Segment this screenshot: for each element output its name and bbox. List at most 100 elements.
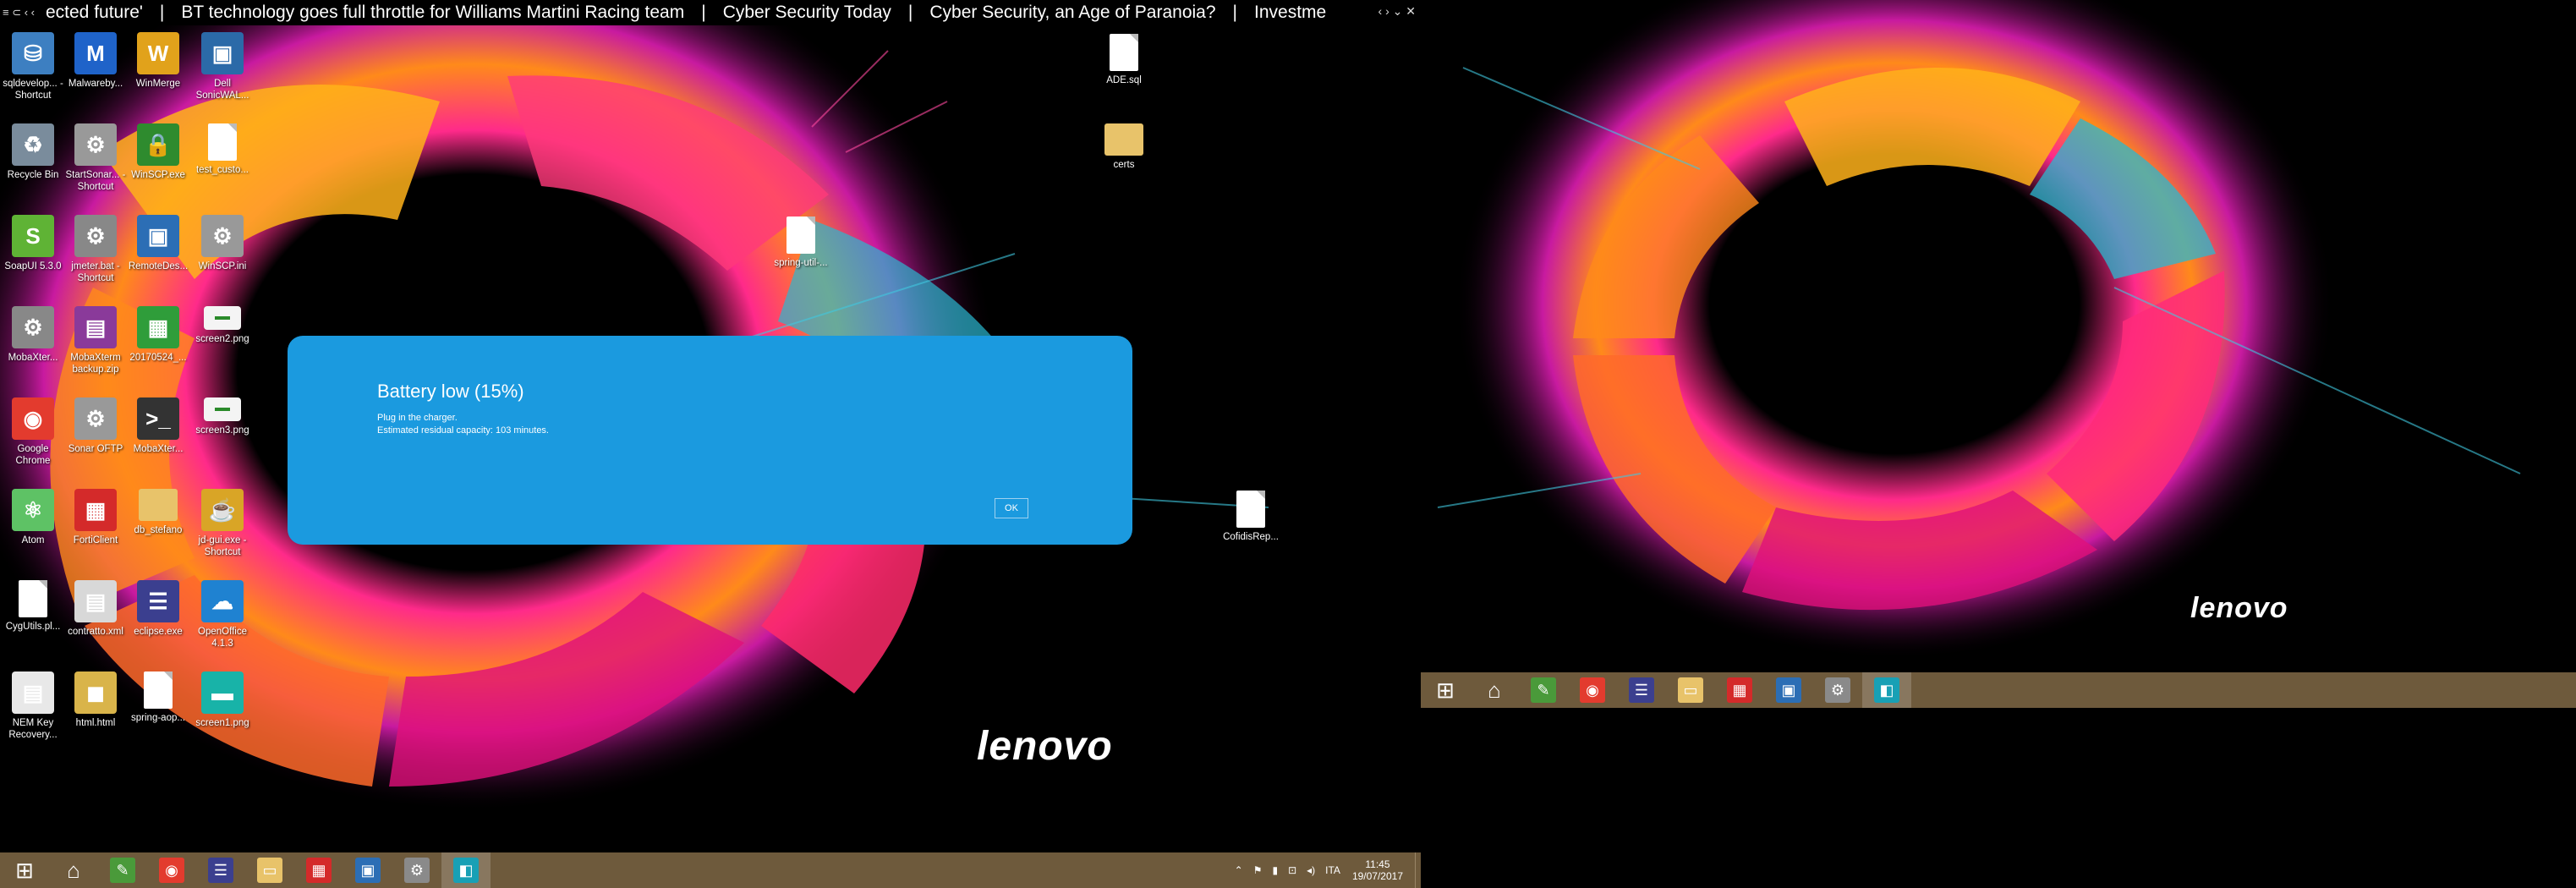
ticker-item[interactable]: Cyber Security, an Age of Paranoia? (921, 3, 1224, 23)
desktop-icon[interactable]: ◼ html.html (63, 671, 129, 729)
taskbar-button-remote-desktop[interactable]: ▣ (1764, 672, 1813, 708)
desktop-icon[interactable]: ▣ Dell SonicWAL... (189, 32, 255, 101)
forticlient-icon: ▦ (74, 489, 117, 531)
battery-icon[interactable]: ▮ (1272, 864, 1278, 876)
ok-button[interactable]: OK (995, 498, 1028, 518)
forticlient-icon: ▦ (1727, 677, 1752, 703)
desktop-icon[interactable]: ☰ eclipse.exe (125, 580, 191, 638)
battery-low-dialog: Battery low (15%) Plug in the charger. E… (288, 336, 1132, 545)
remote-desktop-icon: ▣ (137, 215, 179, 257)
taskbar-button-file-explorer[interactable]: ▭ (245, 852, 294, 888)
desktop-icon[interactable]: ⚙ Sonar OFTP (63, 397, 129, 455)
ticker-controls-right[interactable]: ‹ › ⌄ ✕ (1373, 4, 1416, 19)
desktop-icon[interactable]: ▤ contratto.xml (63, 580, 129, 638)
taskbar-button-eclipse[interactable]: ☰ (196, 852, 245, 888)
left-monitor-desktop: ≡ ⊂ ‹ ‹ ected future' | BT technology go… (0, 0, 1421, 888)
desktop-icon[interactable]: ⚙ WinSCP.ini (189, 215, 255, 272)
desktop-icon-label: ADE.sql (1106, 75, 1142, 85)
chrome-icon: ◉ (159, 858, 184, 883)
taskbar-button-notepad[interactable]: ✎ (1519, 672, 1568, 708)
desktop-icon-label: test_custo... (195, 165, 249, 175)
taskbar-button-store-app[interactable]: ◧ (441, 852, 491, 888)
system-tray: ⌃ ⚑ ▮ ⊡ ◂) ITA 11:45 19/07/2017 (1230, 852, 1421, 888)
desktop-icon[interactable]: spring-aop... (125, 671, 191, 724)
xml-file-icon: ▤ (74, 580, 117, 622)
forticlient-icon: ▦ (306, 858, 332, 883)
ticker-item[interactable]: ected future' (37, 3, 151, 23)
desktop-icon[interactable]: ⚛ Atom (0, 489, 66, 546)
input-language[interactable]: ITA (1325, 864, 1340, 876)
desktop-icon[interactable]: ▬ screen1.png (189, 671, 255, 729)
taskbar-button-file-explorer[interactable]: ▭ (1666, 672, 1715, 708)
desktop-icon-label: FortiClient (73, 535, 118, 545)
desktop-icon[interactable]: ⚙ jmeter.bat - Shortcut (63, 215, 129, 284)
desktop-icon[interactable]: ▦ FortiClient (63, 489, 129, 546)
taskbar-button-chrome[interactable]: ◉ (1568, 672, 1617, 708)
ticker-controls-left[interactable]: ≡ ⊂ ‹ ‹ (3, 6, 35, 19)
desktop-icon[interactable]: ▣ RemoteDes... (125, 215, 191, 272)
mobaxterm-gear-icon: ⚙ (12, 306, 54, 348)
desktop-icon-label: contratto.xml (68, 627, 123, 637)
news-ticker-bar[interactable]: ≡ ⊂ ‹ ‹ ected future' | BT technology go… (0, 0, 1421, 25)
show-desktop-button[interactable] (1415, 852, 1421, 888)
ticker-item[interactable]: Cyber Security Today (715, 3, 900, 23)
desktop-icon-label: db_stefano (134, 525, 183, 535)
taskbar-button-home[interactable]: ⌂ (1470, 672, 1519, 708)
taskbar-button-eclipse[interactable]: ☰ (1617, 672, 1666, 708)
desktop-icon-label: CofidisRep... (1223, 532, 1279, 542)
desktop-icon[interactable]: M Malwareby... (63, 32, 129, 90)
desktop-icon[interactable]: S SoapUI 5.3.0 (0, 215, 66, 272)
start-icon: ⊞ (15, 857, 34, 883)
desktop-icon[interactable]: 🔒 WinSCP.exe (125, 123, 191, 181)
desktop-icon-label: WinSCP.exe (131, 170, 185, 180)
settings-tool-icon: ⚙ (1825, 677, 1850, 703)
taskbar-button-forticlient[interactable]: ▦ (294, 852, 343, 888)
desktop-icon[interactable]: >_ MobaXter... (125, 397, 191, 455)
desktop-icon-ade-sql[interactable]: ADE.sql (1091, 34, 1157, 86)
desktop-icon[interactable]: ⚙ MobaXter... (0, 306, 66, 364)
desktop-icon[interactable]: ☕ jd-gui.exe - Shortcut (189, 489, 255, 558)
desktop-icon[interactable]: CygUtils.pl... (0, 580, 66, 633)
taskbar-button-remote-desktop[interactable]: ▣ (343, 852, 392, 888)
desktop-icon[interactable]: ◉ Google Chrome (0, 397, 66, 467)
desktop-icon[interactable]: ▤ NEM Key Recovery... (0, 671, 66, 741)
desktop-icon-certs[interactable]: certs (1091, 123, 1157, 171)
action-center-flag-icon[interactable]: ⚑ (1253, 864, 1263, 876)
taskbar-button-start[interactable]: ⊞ (0, 852, 49, 888)
taskbar-button-store-app[interactable]: ◧ (1862, 672, 1911, 708)
desktop-icon[interactable]: W WinMerge (125, 32, 191, 90)
desktop-icon-label: NEM Key Recovery... (8, 718, 58, 740)
desktop-icon[interactable]: test_custo... (189, 123, 255, 176)
clock[interactable]: 11:45 19/07/2017 (1352, 858, 1403, 882)
desktop-icon[interactable]: ▤ MobaXterm backup.zip (63, 306, 129, 375)
desktop-icon-label: eclipse.exe (134, 627, 183, 637)
malwarebytes-icon: M (74, 32, 117, 74)
taskbar-button-settings-tool[interactable]: ⚙ (1813, 672, 1862, 708)
taskbar-button-start[interactable]: ⊞ (1421, 672, 1470, 708)
volume-icon[interactable]: ◂) (1307, 864, 1315, 876)
desktop-icon[interactable]: ☁ OpenOffice 4.1.3 (189, 580, 255, 650)
taskbar-button-forticlient[interactable]: ▦ (1715, 672, 1764, 708)
desktop-icon-label: MobaXter... (8, 353, 58, 363)
eclipse-icon: ☰ (1629, 677, 1654, 703)
taskbar-button-settings-tool[interactable]: ⚙ (392, 852, 441, 888)
show-hidden-icons-chevron-icon[interactable]: ⌃ (1235, 864, 1243, 876)
ticker-item[interactable]: BT technology goes full throttle for Wil… (173, 3, 693, 23)
desktop-icon-spring-util[interactable]: spring-util-... (768, 217, 834, 269)
desktop-icon[interactable]: screen3.png (189, 397, 255, 436)
taskbar-button-notepad[interactable]: ✎ (98, 852, 147, 888)
network-icon[interactable]: ⊡ (1288, 864, 1296, 876)
desktop-icon-label: html.html (75, 718, 116, 728)
desktop-icon-cofidis[interactable]: CofidisRep... (1218, 491, 1284, 543)
html-file-icon: ◼ (74, 671, 117, 714)
desktop-icon[interactable]: ⛁ sqldevelop... - Shortcut (0, 32, 66, 101)
taskbar-button-chrome[interactable]: ◉ (147, 852, 196, 888)
desktop-icon[interactable]: ♻ Recycle Bin (0, 123, 66, 181)
desktop-icon[interactable]: screen2.png (189, 306, 255, 345)
desktop-icon[interactable]: ⚙ StartSonar... - Shortcut (63, 123, 129, 193)
desktop-icon[interactable]: ▦ 20170524_... (125, 306, 191, 364)
taskbar-button-home[interactable]: ⌂ (49, 852, 98, 888)
desktop-icon-label: spring-aop... (131, 713, 185, 723)
ticker-item[interactable]: Investme (1246, 3, 1335, 23)
desktop-icon[interactable]: db_stefano (125, 489, 191, 536)
